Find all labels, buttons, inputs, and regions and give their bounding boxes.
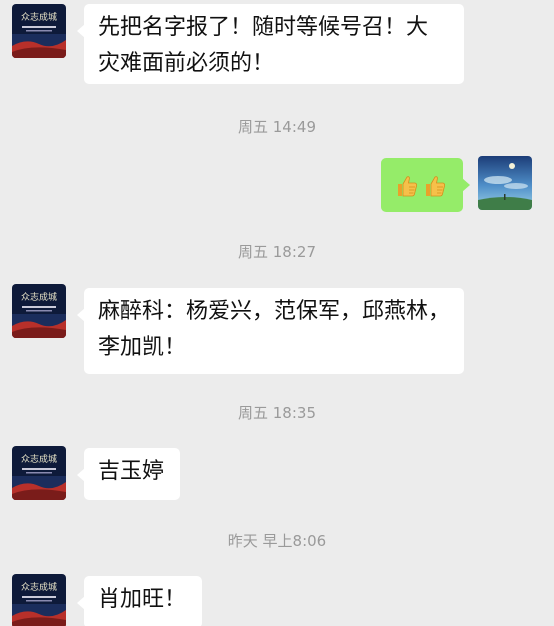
thumbs-up-icon: [423, 174, 447, 198]
svg-text:众志成城: 众志成城: [21, 11, 57, 23]
message-bubble[interactable]: 先把名字报了！随时等候号召！大 灾难面前必须的！: [77, 4, 464, 84]
message-text-line: 先把名字报了！随时等候号召！大: [98, 15, 429, 40]
message-text: 吉玉婷: [98, 459, 165, 484]
timestamp: 昨天 早上8:06: [227, 532, 327, 550]
message-text-line: 灾难面前必须的！: [98, 51, 275, 76]
message-text-line: 李加凯！: [98, 335, 187, 360]
svg-text:众志成城: 众志成城: [21, 453, 57, 465]
message-bubble[interactable]: 吉玉婷: [77, 448, 180, 500]
user-avatar-icon: [478, 156, 532, 210]
sender-avatar[interactable]: 众志成城: [12, 4, 66, 58]
group-avatar-icon: 众志成城: [12, 574, 66, 626]
timestamp: 周五 18:35: [238, 404, 316, 422]
sender-avatar[interactable]: 众志成城: [12, 574, 66, 626]
message-text: 肖加旺！: [98, 587, 187, 612]
message-bubble[interactable]: 肖加旺！: [77, 576, 202, 626]
timestamp: 周五 14:49: [238, 118, 316, 136]
chat-area[interactable]: 众志成城 先把名字报了！随时等候号召！大 灾难面前必须的！ 周五 14:49 周…: [0, 0, 554, 626]
sender-avatar[interactable]: 众志成城: [12, 446, 66, 500]
self-avatar[interactable]: [478, 156, 532, 210]
sender-avatar[interactable]: 众志成城: [12, 284, 66, 338]
svg-text:众志成城: 众志成城: [21, 581, 57, 593]
group-avatar-icon: 众志成城: [12, 446, 66, 500]
message-bubble-self[interactable]: [381, 158, 470, 212]
svg-text:众志成城: 众志成城: [21, 291, 57, 303]
thumbs-up-icon: [395, 174, 419, 198]
message-text-line: 麻醉科：杨爱兴，范保军，邱燕林，: [98, 299, 451, 324]
group-avatar-icon: 众志成城: [12, 284, 66, 338]
group-avatar-icon: 众志成城: [12, 4, 66, 58]
timestamp: 周五 18:27: [238, 243, 316, 261]
message-bubble[interactable]: 麻醉科：杨爱兴，范保军，邱燕林， 李加凯！: [77, 288, 464, 374]
